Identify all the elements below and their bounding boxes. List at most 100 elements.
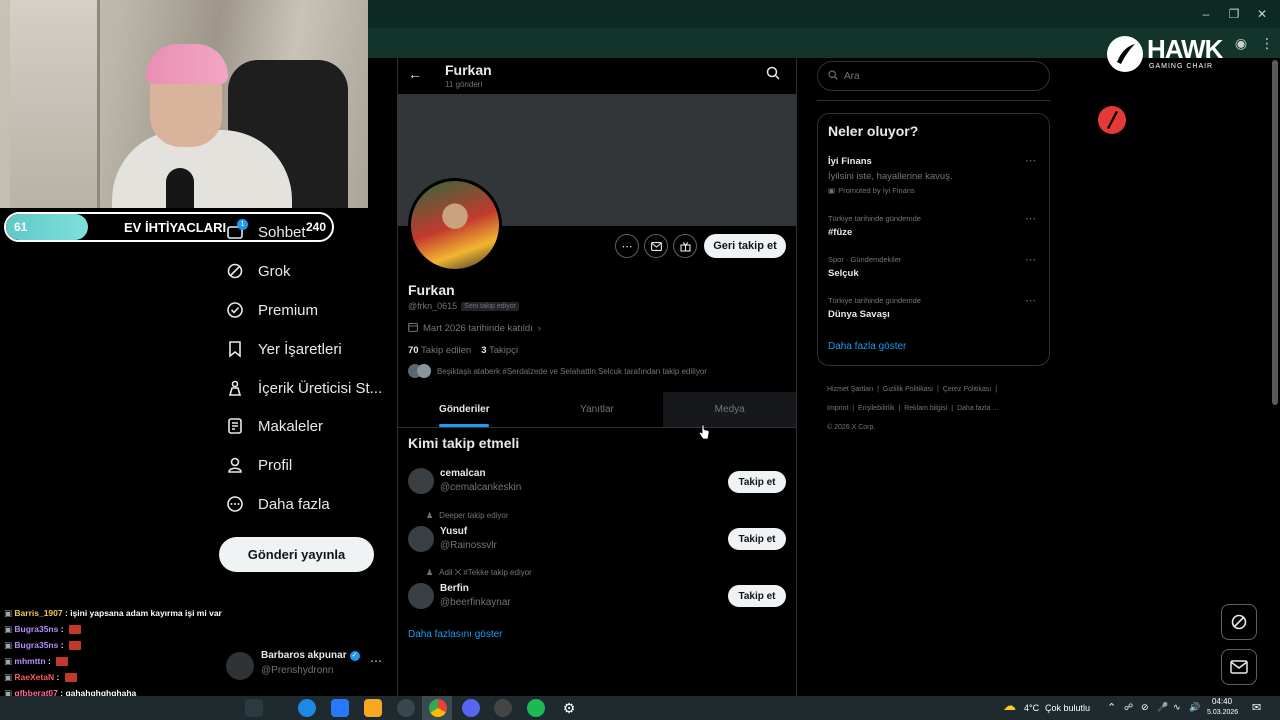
chat-message: ▣ Bugra35ns : bbox=[4, 640, 81, 651]
profile-handle-row: @frkn_0615 Seni takip ediyor bbox=[408, 301, 519, 311]
footer-link[interactable]: Reklam bilgisi bbox=[904, 405, 947, 412]
profile-avatar-icon[interactable]: ◉ bbox=[1232, 34, 1250, 52]
followers-count: 3 bbox=[481, 345, 487, 356]
restore-icon[interactable]: ❐ bbox=[1224, 6, 1244, 22]
nav-item-grok[interactable]: Grok bbox=[226, 256, 291, 286]
nav-item-label: Premium bbox=[258, 301, 319, 319]
discord-icon[interactable] bbox=[462, 699, 480, 717]
list-item[interactable]: cemalcan @cemalcankeskin Takip et bbox=[408, 466, 788, 510]
show-more-link[interactable]: Daha fazlasını göster bbox=[408, 629, 503, 640]
back-arrow-icon[interactable]: ← bbox=[408, 66, 422, 82]
trend-item[interactable]: Spor · Gündemdekiler Selçuk ⋯ bbox=[818, 253, 1049, 287]
chat-badge-icon: ▣ bbox=[4, 640, 15, 650]
browser-menu-icon[interactable]: ⋮ bbox=[1258, 34, 1276, 52]
scrollbar[interactable] bbox=[1272, 60, 1278, 405]
footer-link[interactable]: Imprint bbox=[827, 405, 848, 412]
followers-link[interactable]: 3 Takipçi bbox=[481, 345, 518, 356]
tray-network-icon[interactable]: ☍ bbox=[1124, 702, 1133, 713]
tray-volume-icon[interactable]: 🔊 bbox=[1189, 702, 1200, 713]
more-options-icon[interactable]: ⋯ bbox=[615, 234, 639, 258]
search-placeholder: Ara bbox=[844, 70, 860, 82]
profile-tabs: Gönderiler Yanıtlar Medya bbox=[398, 392, 797, 428]
nav-item-bookmarks[interactable]: Yer İşaretleri bbox=[226, 334, 342, 364]
following-link[interactable]: 70 Takip edilen bbox=[408, 345, 471, 356]
nav-item-profile[interactable]: Profil bbox=[226, 450, 292, 480]
nav-item-more[interactable]: Daha fazla bbox=[226, 489, 330, 519]
account-more-icon[interactable]: ⋯ bbox=[370, 654, 382, 668]
brand-mark-icon bbox=[1098, 106, 1126, 134]
nav-item-articles[interactable]: Makaleler bbox=[226, 411, 323, 441]
footer-link[interactable]: Hizmet Şartları bbox=[827, 386, 873, 393]
profile-handle: @frkn_0615 bbox=[408, 301, 458, 311]
spotify-icon[interactable] bbox=[527, 699, 545, 717]
nav-item-chat[interactable]: 1 Sohbet bbox=[226, 217, 306, 247]
more-icon[interactable]: ⋯ bbox=[1025, 154, 1037, 167]
footer-link[interactable]: Çerez Politikası bbox=[943, 386, 992, 393]
profile-avatar[interactable] bbox=[408, 178, 502, 272]
profile-joined: Mart 2026 tarihinde katıldı › bbox=[408, 322, 541, 335]
footer-link[interactable]: Gizlilik Politikası bbox=[883, 386, 933, 393]
minimize-icon[interactable]: – bbox=[1196, 6, 1216, 22]
grok-float-button[interactable] bbox=[1221, 604, 1257, 640]
chat-emote-icon bbox=[68, 625, 81, 635]
nav-item-premium[interactable]: Premium bbox=[226, 295, 318, 325]
nav-item-creator-studio[interactable]: İçerik Üreticisi St... bbox=[226, 373, 382, 403]
nav-item-label: Yer İşaretleri bbox=[258, 340, 342, 358]
chat-badge-icon: ▣ bbox=[4, 672, 15, 682]
list-item[interactable]: ♟ Adil ⨉ #Tekke takip ediyor Berfin @bee… bbox=[408, 567, 788, 611]
widgets-icon[interactable] bbox=[245, 699, 263, 717]
chevron-right-icon: › bbox=[537, 323, 542, 334]
notification-icon[interactable]: ✉ bbox=[1252, 701, 1261, 714]
tray-wifi-icon[interactable]: ∿ bbox=[1173, 702, 1181, 713]
follow-button[interactable]: Takip et bbox=[728, 585, 786, 607]
trend-item[interactable]: Türkiye tarihinde gündemde Dünya Savaşı … bbox=[818, 294, 1049, 328]
footer-link[interactable]: Daha fazla ... bbox=[957, 405, 998, 412]
messages-float-button[interactable] bbox=[1221, 649, 1257, 685]
more-icon[interactable]: ⋯ bbox=[1025, 212, 1037, 225]
donation-goal-target: 240 bbox=[306, 220, 327, 234]
nav-item-label: İçerik Üreticisi St... bbox=[258, 379, 383, 397]
trends-show-more[interactable]: Daha fazla göster bbox=[828, 341, 906, 352]
tab-posts[interactable]: Gönderiler bbox=[398, 392, 531, 427]
tray-chevron-icon[interactable]: ⌃ bbox=[1107, 701, 1116, 714]
more-icon[interactable]: ⋯ bbox=[1025, 253, 1037, 266]
edge-icon[interactable] bbox=[298, 699, 316, 717]
store-icon[interactable] bbox=[331, 699, 349, 717]
column-divider-right bbox=[796, 58, 797, 698]
settings-icon[interactable]: ⚙ bbox=[560, 699, 578, 717]
footer-separator: | bbox=[873, 386, 883, 393]
list-item[interactable]: ♟ Deeper takip ediyor Yusuf @Rainossvlr … bbox=[408, 510, 788, 554]
message-icon[interactable] bbox=[644, 234, 668, 258]
tray-eye-icon[interactable]: ⊘ bbox=[1141, 702, 1149, 713]
chat-username: Bugra35ns bbox=[14, 640, 59, 650]
subscribe-icon[interactable] bbox=[673, 234, 697, 258]
chrome-icon[interactable] bbox=[429, 699, 447, 717]
verified-icon: ✓ bbox=[349, 650, 360, 661]
profile-post-count: 11 gönderi bbox=[445, 80, 483, 89]
follow-button[interactable]: Takip et bbox=[728, 528, 786, 550]
tab-media[interactable]: Medya bbox=[663, 392, 797, 427]
xbox-icon[interactable] bbox=[397, 699, 415, 717]
tab-replies[interactable]: Yanıtlar bbox=[531, 392, 664, 427]
user-name: Yusuf bbox=[440, 526, 468, 537]
trend-item[interactable]: Türkiye tarihinde gündemde #füze ⋯ bbox=[818, 212, 1049, 246]
more-icon[interactable]: ⋯ bbox=[1025, 294, 1037, 307]
profile-header-name: Furkan bbox=[445, 62, 492, 78]
obs-icon[interactable] bbox=[494, 699, 512, 717]
follow-back-button[interactable]: Geri takip et bbox=[704, 234, 786, 258]
avatar bbox=[408, 526, 434, 552]
folder-icon[interactable] bbox=[364, 699, 382, 717]
footer-link[interactable]: Erişilebilirlik bbox=[858, 405, 895, 412]
follow-button[interactable]: Takip et bbox=[728, 471, 786, 493]
ad-item[interactable]: İyi Finans İyilsini iste, hayallerine ka… bbox=[818, 152, 1049, 200]
chat-emote-icon bbox=[56, 657, 69, 667]
tray-mic-icon[interactable]: 🎤 bbox=[1157, 702, 1168, 713]
trends-panel: Neler oluyor? İyi Finans İyilsini iste, … bbox=[817, 113, 1050, 366]
post-button[interactable]: Gönderi yayınla bbox=[219, 537, 374, 572]
search-input[interactable]: Ara bbox=[817, 61, 1050, 91]
sidebar-footer: Hizmet Şartları | Gizlilik Politikası | … bbox=[827, 379, 1047, 436]
close-icon[interactable]: ✕ bbox=[1252, 6, 1272, 22]
search-icon[interactable] bbox=[766, 66, 780, 85]
chat-username: Bugra35ns bbox=[14, 624, 59, 634]
followed-by-row[interactable]: Beşiktaşlı ataberk #Serdalzede ve Selaha… bbox=[408, 364, 707, 378]
